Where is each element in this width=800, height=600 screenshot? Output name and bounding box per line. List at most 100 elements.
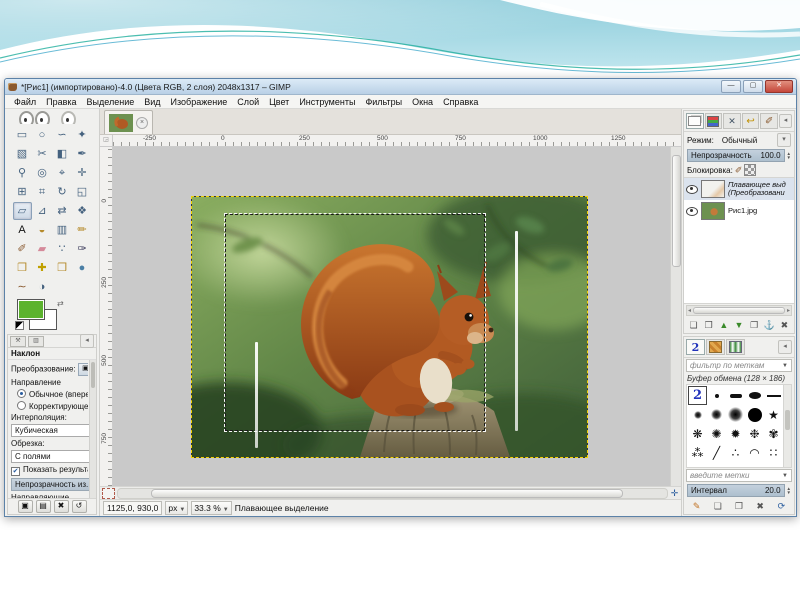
transform-layer-button[interactable]: ▣ xyxy=(77,363,88,376)
tool-perspective[interactable]: ⊿ xyxy=(33,202,52,220)
lock-alpha-icon[interactable] xyxy=(744,164,757,176)
checkbox-icon[interactable]: ✔ xyxy=(11,467,20,476)
delete-layer[interactable]: ✖ xyxy=(777,318,791,332)
maximize-button[interactable]: ▢ xyxy=(743,80,763,93)
tool-pencil[interactable]: ✏ xyxy=(73,221,92,239)
image-layer[interactable] xyxy=(191,196,588,458)
edit-brush[interactable]: ✎ xyxy=(690,499,704,513)
close-button[interactable]: ✕ xyxy=(765,80,793,93)
interpolation-dropdown[interactable]: Кубическая xyxy=(11,424,91,437)
brush-scatter[interactable]: ∴ xyxy=(727,444,744,461)
tab-channels[interactable] xyxy=(704,113,723,129)
foreground-color-swatch[interactable] xyxy=(17,299,45,320)
delete-options[interactable]: ✖ xyxy=(53,500,69,513)
tool-gradient[interactable]: ▥ xyxy=(53,221,72,239)
brush-dots[interactable]: ∷ xyxy=(765,444,782,461)
tool-options-scrollbar[interactable] xyxy=(89,360,96,498)
tool-scissors-select[interactable]: ✂ xyxy=(33,145,52,163)
tool-rectangle-select[interactable]: ▭ xyxy=(13,126,32,144)
menu-Файл[interactable]: Файл xyxy=(9,97,41,107)
brush-fuzzy-small[interactable] xyxy=(689,406,706,423)
tool-ink[interactable]: ✑ xyxy=(73,240,92,258)
new-layer[interactable]: ❏ xyxy=(687,318,701,332)
navigation-button[interactable]: ✛ xyxy=(668,488,681,499)
menu-Фильтры[interactable]: Фильтры xyxy=(360,97,407,107)
brush-filter-field[interactable]: фильтр по меткам ▼ xyxy=(686,359,792,372)
brush-dash[interactable] xyxy=(727,387,744,404)
reset-colors-icon[interactable] xyxy=(15,321,24,330)
duplicate-brush[interactable]: ❐ xyxy=(732,499,746,513)
clipping-dropdown[interactable]: С полями xyxy=(11,450,91,463)
tab-brushes[interactable]: 2 xyxy=(686,339,705,355)
layer-row-background[interactable]: Рис1.jpg xyxy=(684,200,794,222)
tool-shear[interactable]: ▱ xyxy=(12,202,32,220)
menu-Вид[interactable]: Вид xyxy=(139,97,165,107)
tool-fuzzy-select[interactable]: ✦ xyxy=(73,126,92,144)
layer-list-scrollbar[interactable]: ◂ ▸ xyxy=(686,305,792,316)
new-brush[interactable]: ❏ xyxy=(711,499,725,513)
brush-dome[interactable]: ◠ xyxy=(746,444,763,461)
anchor-layer[interactable]: ⚓ xyxy=(762,318,776,332)
tool-foreground-select[interactable]: ◧ xyxy=(53,145,72,163)
reset-options[interactable]: ↺ xyxy=(71,500,87,513)
unit-dropdown[interactable]: px ▼ xyxy=(165,501,189,515)
tool-rotate[interactable]: ↻ xyxy=(53,183,72,201)
delete-brush[interactable]: ✖ xyxy=(753,499,767,513)
tab-gradients[interactable] xyxy=(726,339,745,355)
tool-airbrush[interactable]: ∵ xyxy=(53,240,72,258)
tool-heal[interactable]: ✚ xyxy=(33,259,52,277)
tool-paintbrush[interactable]: ✐ xyxy=(13,240,32,258)
minimize-button[interactable]: — xyxy=(721,80,741,93)
brush-chalk[interactable]: ⁂ xyxy=(689,444,706,461)
brush-splatter-5[interactable]: ✾ xyxy=(765,425,782,442)
title-bar[interactable]: *[Рис1] (импортировано)-4.0 (Цвета RGB, … xyxy=(5,79,796,95)
brush-fuzzy-medium[interactable] xyxy=(708,406,725,423)
menu-Правка[interactable]: Правка xyxy=(41,97,81,107)
tool-clone[interactable]: ❐ xyxy=(13,259,32,277)
refresh-brushes[interactable]: ⟳ xyxy=(774,499,788,513)
tool-measure[interactable]: ⌖ xyxy=(53,164,72,182)
opacity-slider[interactable]: Непрозрачность из... xyxy=(11,478,95,491)
dock-menu-button[interactable]: ◂ xyxy=(778,340,792,354)
brush-oval[interactable] xyxy=(746,387,763,404)
tool-bucket-fill[interactable]: ◒ xyxy=(33,221,52,239)
tool-align[interactable]: ⊞ xyxy=(13,183,32,201)
brush-star[interactable]: ★ xyxy=(765,406,782,423)
tool-flip[interactable]: ⇄ xyxy=(53,202,72,220)
zoom-dropdown[interactable]: 33.3 % ▼ xyxy=(191,501,232,515)
dock-menu-button[interactable]: ◂ xyxy=(80,334,94,348)
vertical-ruler[interactable]: 0 250 500 750 xyxy=(100,147,113,486)
swap-colors-icon[interactable]: ⇄ xyxy=(57,299,64,308)
horizontal-ruler[interactable]: -2500250500750100012501500 xyxy=(113,135,681,147)
canvas-area[interactable] xyxy=(113,147,670,486)
radio-icon[interactable] xyxy=(17,401,26,410)
brush-line[interactable] xyxy=(765,387,782,404)
raise-layer[interactable]: ▲ xyxy=(717,318,731,332)
restore-options[interactable]: ▤ xyxy=(35,500,51,513)
tab-patterns[interactable] xyxy=(706,339,725,355)
opacity-spinner[interactable]: ▲ ▼ xyxy=(787,151,791,160)
menu-Изображение[interactable]: Изображение xyxy=(166,97,233,107)
tool-paths[interactable]: ✒ xyxy=(73,145,92,163)
tool-smudge[interactable]: ∼ xyxy=(13,278,32,296)
menu-Цвет[interactable]: Цвет xyxy=(264,97,294,107)
vertical-scrollbar[interactable] xyxy=(670,147,681,486)
layer-row-floating-selection[interactable]: Плавающее выд (Преобразовани xyxy=(684,178,794,200)
brush-circle[interactable] xyxy=(746,406,763,423)
brush-tags-field[interactable]: введите метки ▼ xyxy=(686,469,792,482)
tool-color-picker[interactable]: ⚲ xyxy=(13,164,32,182)
brush-splatter-1[interactable]: ❋ xyxy=(689,425,706,442)
brush-splatter-4[interactable]: ❉ xyxy=(746,425,763,442)
visibility-eye-icon[interactable] xyxy=(686,206,698,216)
brush-dot[interactable] xyxy=(708,387,725,404)
tool-crop[interactable]: ⌗ xyxy=(33,183,52,201)
tool-options-tab-icon[interactable]: ⚒ xyxy=(10,335,26,347)
tool-blur-sharpen[interactable]: ● xyxy=(73,259,92,277)
tab-layers[interactable] xyxy=(686,113,704,129)
selection-marquee[interactable] xyxy=(224,213,518,448)
menu-Слой[interactable]: Слой xyxy=(232,97,264,107)
brush-splatter-3[interactable]: ✹ xyxy=(727,425,744,442)
menu-Выделение[interactable]: Выделение xyxy=(82,97,140,107)
tab-paths[interactable]: ✕ xyxy=(723,113,741,129)
tab-close-icon[interactable]: × xyxy=(136,116,148,129)
